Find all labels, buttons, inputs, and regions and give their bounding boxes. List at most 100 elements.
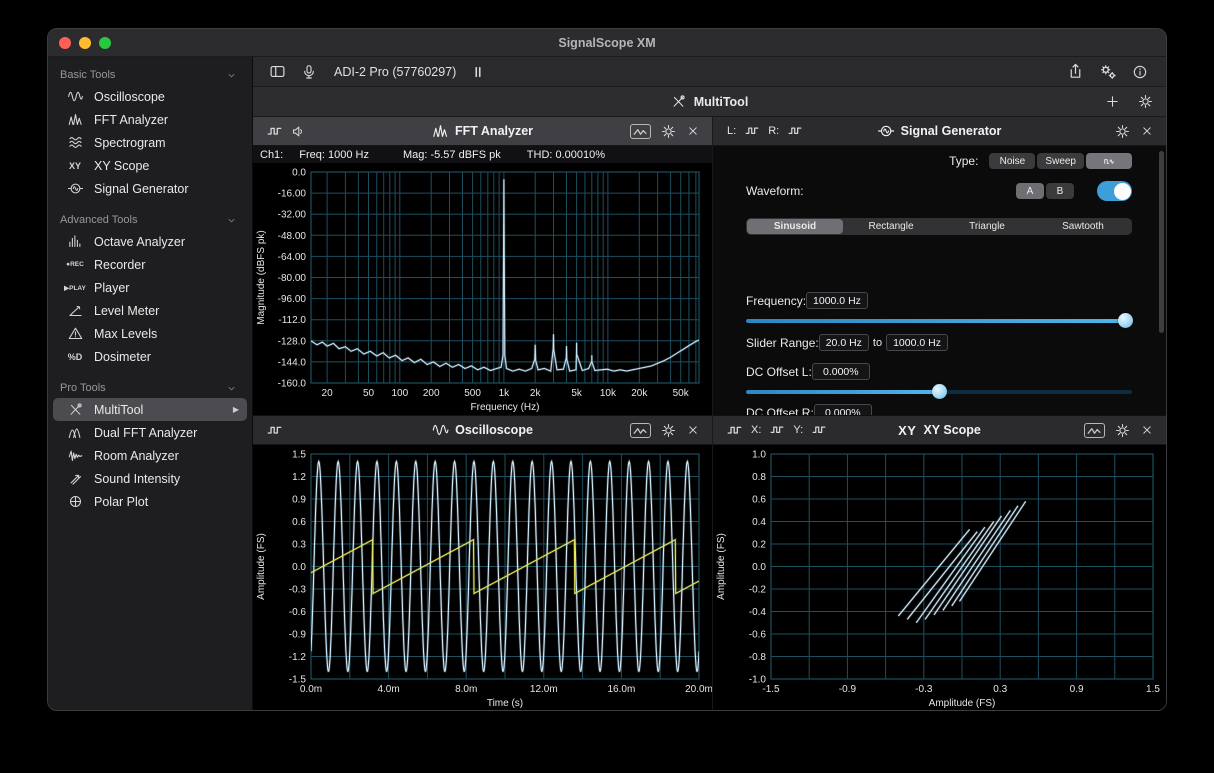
type-waveform-button[interactable] [1086, 153, 1132, 169]
waveform-sinusoid-segment[interactable]: Sinusoid [747, 219, 843, 234]
waveform-sawtooth-segment[interactable]: Sawtooth [1035, 219, 1131, 234]
sidebar-item-spectrogram[interactable]: Spectrogram [53, 131, 247, 154]
spectrogram-icon [62, 135, 88, 150]
scope-input-routing-icon[interactable] [267, 423, 282, 438]
sine-icon [62, 89, 88, 104]
fft-chart[interactable]: 20501002005001k2k5k10k20k50k0.0-16.00-32… [253, 163, 712, 415]
level-icon [62, 303, 88, 318]
share-button[interactable] [1067, 63, 1084, 80]
frequency-slider-track[interactable] [746, 319, 1132, 323]
sidebar-item-oscilloscope[interactable]: Oscilloscope [53, 85, 247, 108]
xy-meter-view-button[interactable] [1084, 423, 1105, 438]
fft-input-routing-icon[interactable] [267, 124, 282, 139]
sidebar-item-player[interactable]: ▶PLAYPlayer [53, 276, 247, 299]
device-selector[interactable]: ADI-2 Pro (57760297) [334, 65, 456, 79]
xy-chart[interactable]: -1.5-0.9-0.30.30.91.51.00.80.60.40.20.0-… [713, 445, 1166, 711]
waveform-rectangle-segment[interactable]: Rectangle [843, 219, 939, 234]
sidebar-item-sound-intensity[interactable]: Sound Intensity [53, 467, 247, 490]
xy-settings-button[interactable] [1115, 423, 1130, 438]
xy-panel-title: XY Scope [923, 423, 980, 437]
multitool-icon [671, 94, 686, 109]
channel-b-button[interactable]: B [1046, 183, 1074, 199]
microphone-icon[interactable] [301, 64, 317, 80]
oscilloscope-chart[interactable]: 0.0m4.0m8.0m12.0m16.0m20.0m1.51.20.90.60… [253, 445, 712, 711]
fft-status-thd: THD: 0.00010% [527, 149, 605, 161]
tab-multitool[interactable]: MultiTool [671, 94, 749, 109]
sidebar-item-dual-fft-analyzer[interactable]: Dual FFT Analyzer [53, 421, 247, 444]
frequency-value-field[interactable]: 1000.0 Hz [806, 292, 868, 309]
zoom-window-button[interactable] [99, 37, 111, 49]
section-header-advanced-tools[interactable]: Advanced Tools [48, 210, 252, 230]
svg-text:-48.00: -48.00 [278, 231, 307, 242]
close-window-button[interactable] [59, 37, 71, 49]
sidebar-item-recorder[interactable]: ●RECRecorder [53, 253, 247, 276]
multitool-icon [62, 402, 88, 417]
frequency-slider[interactable] [746, 313, 1132, 328]
right-channel-routing-icon[interactable] [788, 124, 802, 138]
section-header-basic-tools[interactable]: Basic Tools [48, 65, 252, 85]
svg-text:1.5: 1.5 [1146, 684, 1160, 695]
siggen-settings-button[interactable] [1115, 124, 1130, 139]
preferences-button[interactable] [1099, 63, 1117, 81]
sidebar-item-octave-analyzer[interactable]: Octave Analyzer [53, 230, 247, 253]
window-title: SignalScope XM [48, 36, 1166, 50]
svg-text:-1.0: -1.0 [749, 675, 767, 686]
fft-status-frequency: Freq: 1000 Hz [299, 149, 369, 161]
waveform-triangle-segment[interactable]: Triangle [939, 219, 1035, 234]
fft-settings-button[interactable] [661, 124, 676, 139]
sidebar-item-signal-generator[interactable]: Signal Generator [53, 177, 247, 200]
xy-close-button[interactable] [1140, 423, 1154, 437]
scrollbar[interactable] [1159, 151, 1164, 333]
sidebar-item-label: Room Analyzer [94, 449, 179, 463]
xy-input-routing-icon[interactable] [727, 423, 742, 438]
sidebar-item-dosimeter[interactable]: %DDosimeter [53, 345, 247, 368]
fft-meter-view-button[interactable] [630, 124, 651, 139]
channel-a-button[interactable]: A [1016, 183, 1044, 199]
sidebar-item-room-analyzer[interactable]: Room Analyzer [53, 444, 247, 467]
type-noise-button[interactable]: Noise [989, 153, 1035, 169]
scope-settings-button[interactable] [661, 423, 676, 438]
waveform-label: Waveform: [746, 184, 804, 198]
dc-offset-l-slider-knob[interactable] [932, 384, 947, 399]
fft-icon [62, 112, 88, 127]
sidebar-item-label: Spectrogram [94, 136, 166, 150]
dc-offset-l-slider[interactable] [746, 384, 1132, 399]
type-buttons: NoiseSweep [989, 153, 1132, 169]
x-channel-routing-icon[interactable] [770, 423, 784, 437]
sidebar-item-level-meter[interactable]: Level Meter [53, 299, 247, 322]
add-tool-button[interactable] [1105, 94, 1120, 109]
svg-text:Frequency (Hz): Frequency (Hz) [471, 402, 540, 413]
scope-meter-view-button[interactable] [630, 423, 651, 438]
minimize-window-button[interactable] [79, 37, 91, 49]
range-min-field[interactable]: 20.0 Hz [819, 334, 869, 351]
fft-input-device-icon[interactable] [291, 124, 306, 139]
left-channel-routing-icon[interactable] [745, 124, 759, 138]
fft-plot: 20501002005001k2k5k10k20k50k0.0-16.00-32… [253, 163, 712, 415]
range-max-field[interactable]: 1000.0 Hz [886, 334, 948, 351]
signal-generator-panel: L: R: Signal Generator [713, 117, 1166, 416]
sidebar-item-max-levels[interactable]: Max Levels [53, 322, 247, 345]
pause-button[interactable] [471, 65, 485, 79]
sidebar-item-label: Polar Plot [94, 495, 148, 509]
dc-offset-r-field[interactable]: 0.000% [814, 404, 872, 415]
sidebar-item-xy-scope[interactable]: XYXY Scope [53, 154, 247, 177]
svg-text:-16.00: -16.00 [278, 189, 307, 200]
info-button[interactable] [1132, 64, 1148, 80]
siggen-close-button[interactable] [1140, 124, 1154, 138]
sidebar-item-polar-plot[interactable]: Polar Plot [53, 490, 247, 513]
frequency-slider-knob[interactable] [1118, 313, 1133, 328]
fft-close-button[interactable] [686, 124, 700, 138]
sidebar-toggle-button[interactable] [269, 63, 286, 80]
sidebar-item-fft-analyzer[interactable]: FFT Analyzer [53, 108, 247, 131]
section-header-pro-tools[interactable]: Pro Tools [48, 378, 252, 398]
svg-text:0.0: 0.0 [292, 168, 306, 179]
waveform-enable-toggle[interactable] [1097, 181, 1132, 201]
dc-offset-l-field[interactable]: 0.000% [812, 363, 870, 380]
sidebar-item-label: Oscilloscope [94, 90, 165, 104]
y-channel-routing-icon[interactable] [812, 423, 826, 437]
svg-text:-1.5: -1.5 [289, 675, 307, 686]
type-sweep-button[interactable]: Sweep [1037, 153, 1084, 169]
sidebar-item-multitool[interactable]: MultiTool▶ [53, 398, 247, 421]
scope-close-button[interactable] [686, 423, 700, 437]
layout-settings-button[interactable] [1138, 94, 1153, 109]
